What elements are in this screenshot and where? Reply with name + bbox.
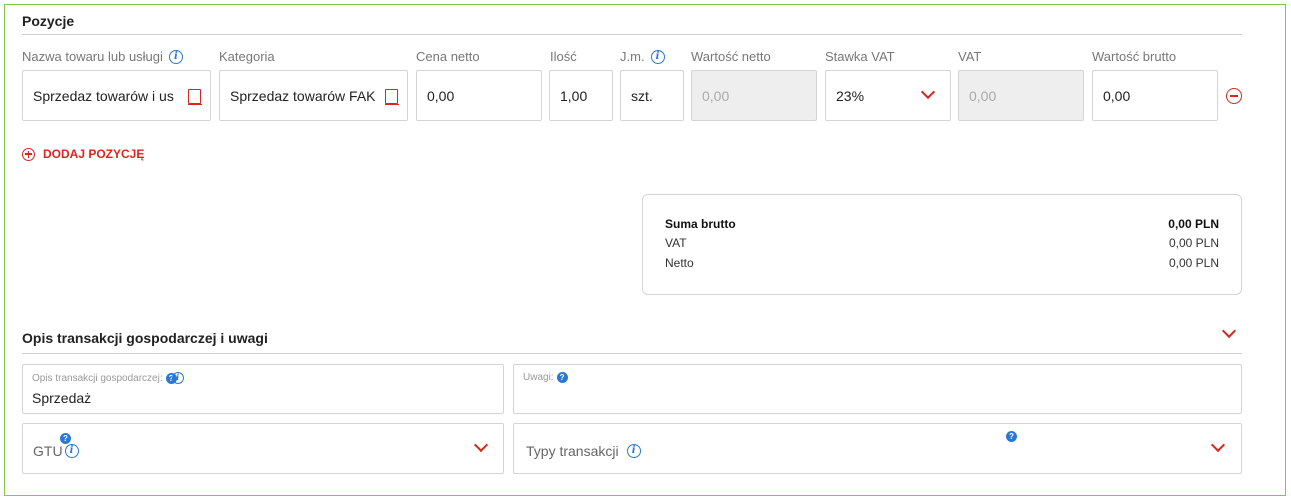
unit-input[interactable]: szt.	[620, 70, 684, 121]
info-icon[interactable]: i	[650, 49, 665, 64]
positions-divider	[22, 34, 1242, 35]
transaction-description-field[interactable]: Opis transakcji gospodarczej: ? i Sprzed…	[22, 364, 504, 414]
col-net-value-label: Wartość netto	[691, 49, 771, 64]
gross-value-input[interactable]: 0,00	[1092, 70, 1218, 121]
vat-rate-select[interactable]: 23%	[825, 70, 951, 121]
add-position-button[interactable]: DODAJ POZYCJĘ	[22, 147, 144, 161]
info-icon[interactable]: i	[626, 444, 641, 458]
remove-row-icon[interactable]	[1226, 88, 1242, 104]
summary-gross-row: Suma brutto 0,00 PLN	[665, 217, 1219, 231]
notes-field[interactable]: Uwagi: ?	[513, 364, 1242, 414]
summary-net-row: Netto 0,00 PLN	[665, 256, 1219, 270]
col-gross-value-label: Wartość brutto	[1092, 49, 1177, 64]
chevron-down-icon	[920, 84, 936, 100]
positions-title: Pozycje	[22, 13, 75, 29]
col-quantity-label: Ilość	[550, 49, 577, 64]
gtu-select[interactable]: ? GTU i	[22, 423, 504, 474]
net-price-input[interactable]: 0,00	[416, 70, 542, 121]
summary-vat-row: VAT 0,00 PLN	[665, 236, 1219, 250]
vat-value-field: 0,00	[958, 70, 1084, 121]
col-category-label: Kategoria	[219, 49, 275, 64]
description-divider	[22, 353, 1242, 354]
help-icon[interactable]: ?	[1006, 431, 1017, 442]
description-title: Opis transakcji gospodarczej i uwagi	[22, 330, 268, 346]
info-icon[interactable]: i	[64, 444, 79, 458]
net-value-field: 0,00	[691, 70, 817, 121]
col-unit-label: J.m. i	[620, 49, 665, 64]
chevron-down-icon	[1210, 437, 1226, 453]
plus-circle-icon	[22, 147, 35, 161]
col-vat-rate-label: Stawka VAT	[825, 49, 895, 64]
info-icon[interactable]: i	[168, 49, 183, 64]
info-icon[interactable]: i	[171, 372, 184, 384]
quantity-input[interactable]: 1,00	[549, 70, 613, 121]
book-icon[interactable]	[384, 89, 399, 105]
book-icon[interactable]	[187, 89, 202, 105]
transaction-types-select[interactable]: ? Typy transakcji i	[513, 423, 1242, 474]
item-name-input[interactable]: Sprzedaz towarów i us	[22, 70, 211, 121]
col-vat-label: VAT	[958, 49, 982, 64]
col-name-label: Nazwa towaru lub usługi i	[22, 49, 183, 64]
help-icon[interactable]: ?	[556, 372, 568, 383]
category-input[interactable]: Sprzedaz towarów FAK	[219, 70, 408, 121]
col-net-price-label: Cena netto	[416, 49, 480, 64]
chevron-down-icon	[473, 437, 489, 453]
totals-summary: Suma brutto 0,00 PLN VAT 0,00 PLN Netto …	[642, 194, 1242, 295]
